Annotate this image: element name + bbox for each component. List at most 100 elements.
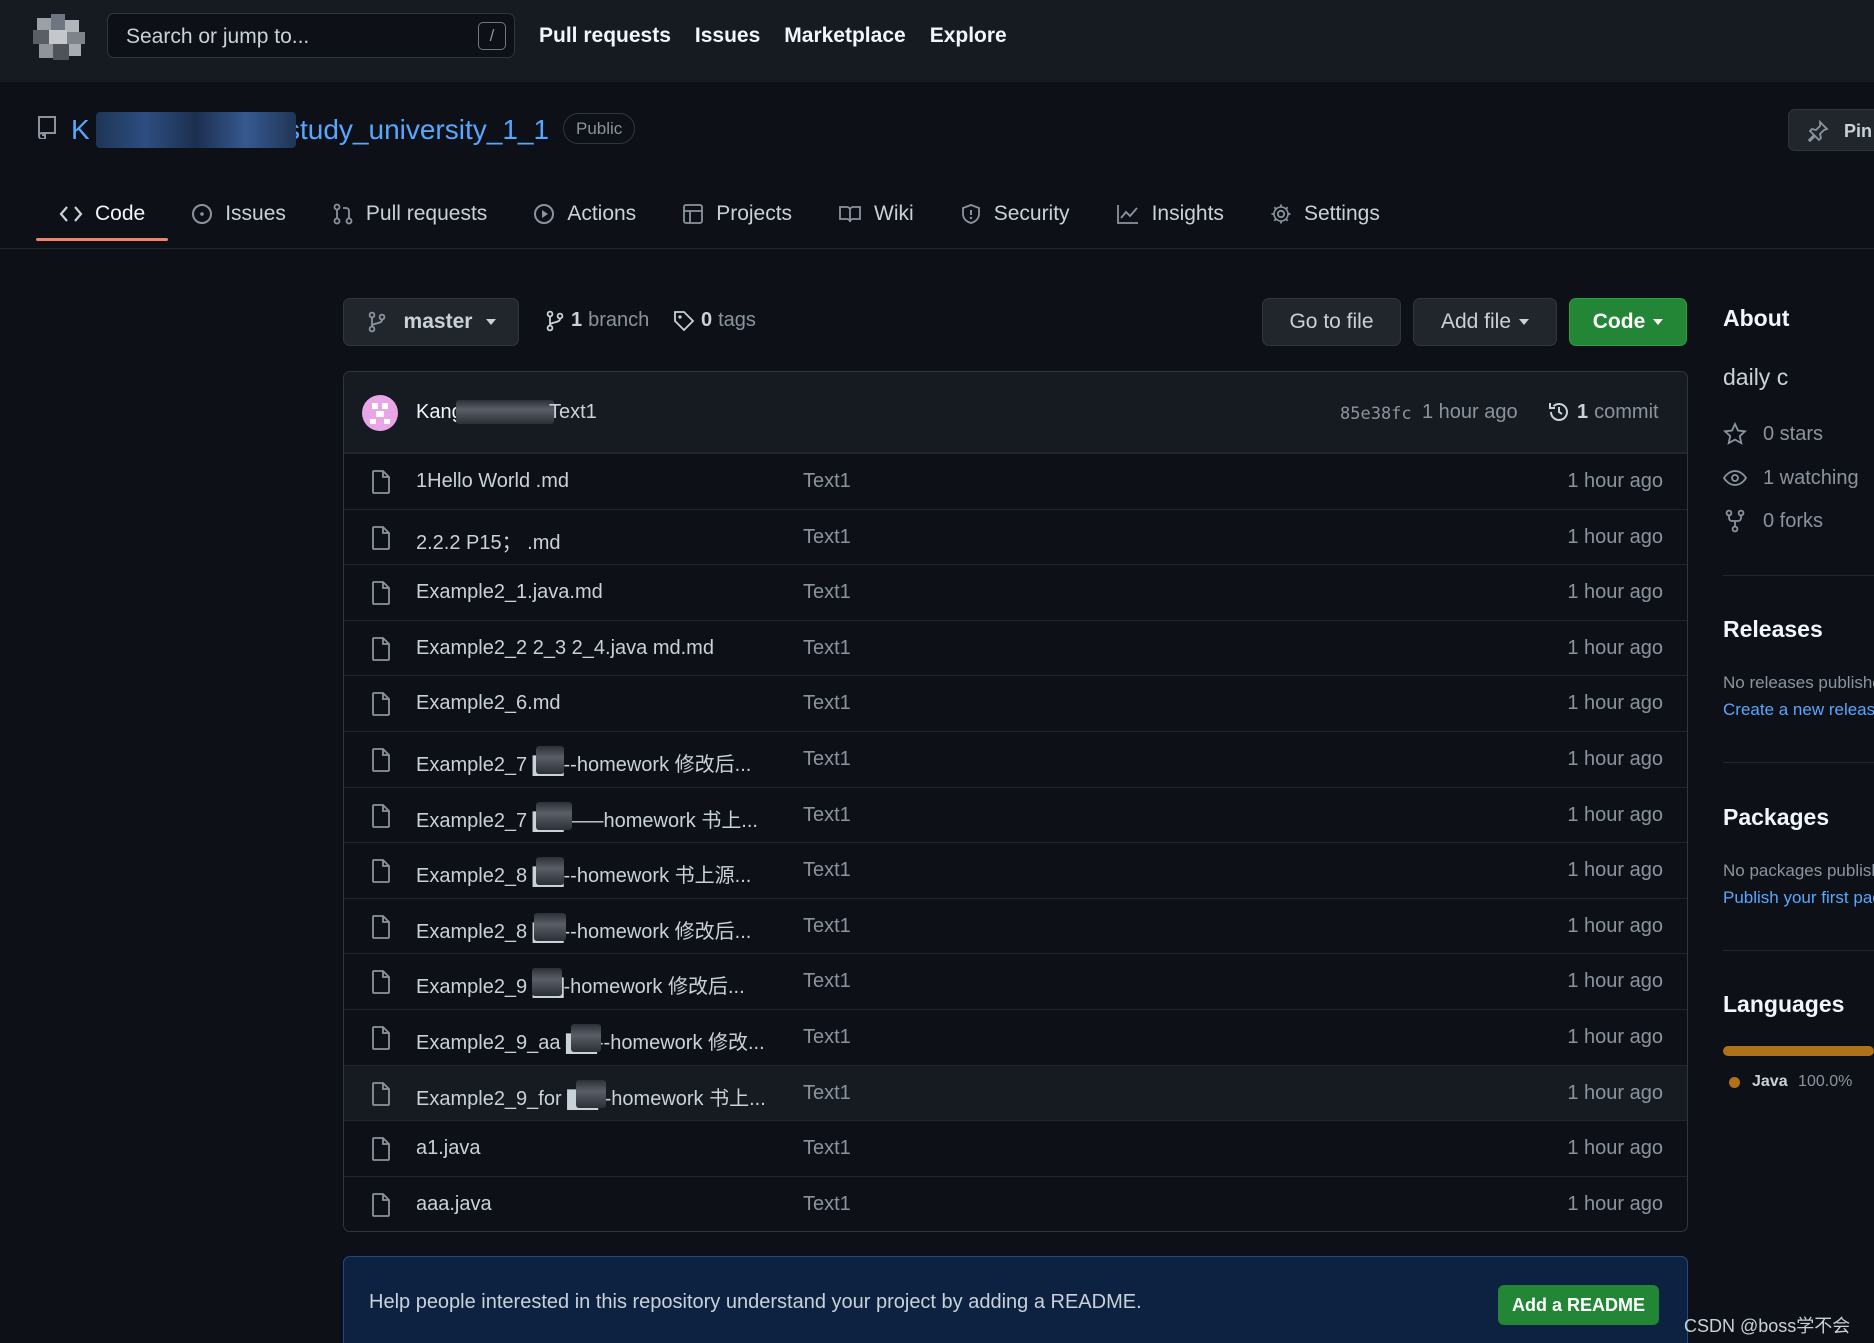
nav-explore[interactable]: Explore [930,24,1007,48]
tab-pull-requests[interactable]: Pull requests [309,188,510,240]
file-commit-message[interactable]: Text1 [803,1082,851,1105]
file-commit-message[interactable]: Text1 [803,1026,851,1049]
avatar[interactable] [362,395,398,431]
tab-label: Wiki [874,202,914,225]
tab-actions[interactable]: Actions [510,188,659,240]
book-icon [838,204,862,224]
nav-pull-requests[interactable]: Pull requests [539,24,671,48]
tab-insights[interactable]: Insights [1093,188,1247,240]
table-row: Example2_1.java.md Text1 1 hour ago [344,564,1687,620]
branch-count: 1 [571,309,583,331]
file-commit-message[interactable]: Text1 [803,859,851,882]
tags-link[interactable]: 0 tags [673,309,756,332]
table-row: Example2_9 ▇▇-homework 修改后... Text1 1 hour… [344,953,1687,1009]
sidebar-divider [1723,575,1874,576]
repo-name-text: study_university_1_1 [286,114,550,145]
file-name-link[interactable]: Example2_8 ▇▇--homework 修改后... [416,915,751,944]
repo-description: daily c [1723,364,1789,390]
tab-label: Pull requests [365,202,488,225]
file-name-link[interactable]: Example2_1.java.md [416,581,603,604]
file-commit-message[interactable]: Text1 [803,637,851,660]
file-name-link[interactable]: aaa.java [416,1193,492,1216]
watermark: CSDN @boss学不会 [1684,1316,1851,1336]
go-to-file-button[interactable]: Go to file [1262,298,1401,346]
redacted-name-mark [571,1024,601,1052]
file-name-link[interactable]: Example2_9 ▇▇-homework 修改后... [416,970,745,999]
tab-code[interactable]: Code [36,188,169,241]
language-bar [1723,1046,1874,1056]
tab-wiki[interactable]: Wiki [815,188,937,240]
packages-heading[interactable]: Packages [1723,804,1829,831]
file-commit-message[interactable]: Text1 [803,915,851,938]
file-commit-message[interactable]: Text1 [803,804,851,827]
create-release-link[interactable]: Create a new release [1723,700,1874,720]
file-icon [371,692,391,717]
file-icon [371,581,391,606]
publish-package-link[interactable]: Publish your first package [1723,888,1874,908]
file-commit-message[interactable]: Text1 [803,470,851,493]
file-name-link[interactable]: Example2_7 ▇▇——homework 书上... [416,804,758,833]
tab-label: Actions [567,202,637,225]
branch-select-button[interactable]: master [343,298,519,346]
table-row: 2.2.2 P15； .md Text1 1 hour ago [344,508,1687,565]
table-row: Example2_2 2_3 2_4.java md.md Text1 1 hour… [344,619,1687,676]
add-file-button[interactable]: Add file [1413,298,1557,346]
stars-link[interactable]: 0 stars [1723,422,1823,446]
github-logo-icon[interactable] [33,12,89,62]
file-name-link[interactable]: Example2_7 ▇▇--homework 修改后... [416,748,751,777]
file-name-link[interactable]: Example2_6.md [416,692,561,715]
table-row: a1.java Text1 1 hour ago [344,1120,1687,1176]
nav-marketplace[interactable]: Marketplace [784,24,905,48]
file-name-link[interactable]: 2.2.2 P15； .md [416,526,561,555]
stars-count: 0 stars [1763,422,1824,445]
releases-heading[interactable]: Releases [1723,616,1823,643]
tab-label: Issues [225,202,286,225]
tab-label: Projects [716,202,793,225]
table-row: Example2_8 ▇▇--homework 修改后... Text1 1 hou… [344,897,1687,954]
file-commit-time: 1 hour ago [1567,1137,1663,1160]
search-placeholder: Search or jump to... [126,25,310,48]
latest-commit-row: Kang Text1 85e38fc 1 hour ago 1 commit [344,372,1687,453]
tab-issues[interactable]: Issues [168,188,309,240]
tab-projects[interactable]: Projects [659,188,815,240]
file-icon [371,914,391,939]
add-readme-button[interactable]: Add a README [1498,1285,1659,1325]
tab-security[interactable]: Security [937,188,1093,240]
file-commit-message[interactable]: Text1 [803,1193,851,1216]
table-icon [682,203,704,225]
file-commit-message[interactable]: Text1 [803,970,851,993]
branches-link[interactable]: 1 branch [545,309,649,332]
tag-icon [673,310,695,332]
file-icon [371,859,391,884]
file-icon [371,1137,391,1162]
file-icon [371,636,391,661]
table-row: Example2_6.md Text1 1 hour ago [344,675,1687,731]
file-commit-message[interactable]: Text1 [803,581,851,604]
pin-button[interactable]: Pin [1788,109,1874,151]
commit-sha[interactable]: 85e38fc [1340,404,1412,424]
tab-settings[interactable]: Settings [1247,188,1403,240]
file-commit-message[interactable]: Text1 [803,1137,851,1160]
file-name-link[interactable]: a1.java [416,1137,481,1160]
commit-message[interactable]: Text1 [549,401,597,424]
file-name-link[interactable]: Example2_8 ▇▇--homework 书上源... [416,859,751,888]
file-name-link[interactable]: Example2_2 2_3 2_4.java md.md [416,637,714,660]
go-to-file-label: Go to file [1289,310,1374,333]
language-item[interactable]: Java 100.0% [1729,1073,1852,1091]
forks-link[interactable]: 0 forks [1723,509,1823,533]
tabs-divider [0,248,1874,249]
forks-count: 0 forks [1763,509,1824,532]
commit-history-link[interactable]: 1 commit [1547,400,1659,424]
watchers-link[interactable]: 1 watching [1723,466,1859,490]
file-name-link[interactable]: 1Hello World .md [416,470,569,493]
nav-issues[interactable]: Issues [695,24,760,48]
file-commit-message[interactable]: Text1 [803,692,851,715]
code-button[interactable]: Code [1569,298,1687,346]
file-commit-time: 1 hour ago [1567,1026,1663,1048]
file-icon [371,1026,391,1050]
global-nav: Pull requests Issues Marketplace Explore [539,24,1007,48]
file-commit-message[interactable]: Text1 [803,526,851,549]
search-input[interactable]: Search or jump to... / [107,13,515,58]
tab-label: Security [993,202,1070,225]
file-commit-message[interactable]: Text1 [803,748,851,771]
